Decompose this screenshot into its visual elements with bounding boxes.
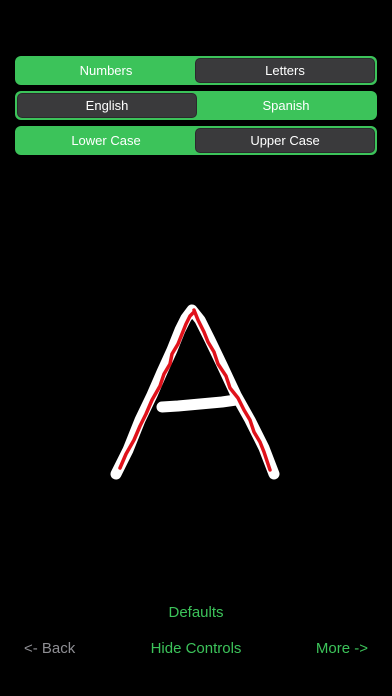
tracing-canvas[interactable]	[0, 160, 392, 590]
segment-upper-case[interactable]: Upper Case	[195, 128, 375, 153]
bottom-navigation-bar: <- Back Hide Controls More ->	[0, 640, 392, 660]
case-segmented-control[interactable]: Lower Case Upper Case	[15, 126, 377, 155]
defaults-button[interactable]: Defaults	[0, 604, 392, 621]
more-button[interactable]: More ->	[316, 640, 368, 657]
language-segmented-control[interactable]: English Spanish	[15, 91, 377, 120]
segment-numbers[interactable]: Numbers	[17, 58, 195, 83]
segment-spanish[interactable]: Spanish	[197, 93, 375, 118]
numbers-letters-segmented-control[interactable]: Numbers Letters	[15, 56, 377, 85]
segment-english[interactable]: English	[17, 93, 197, 118]
letter-guide-stroke	[110, 304, 280, 480]
letter-a-drawing	[110, 304, 280, 480]
letter-trace-stroke	[118, 308, 272, 472]
segment-lower-case[interactable]: Lower Case	[17, 128, 195, 153]
segment-letters[interactable]: Letters	[195, 58, 375, 83]
